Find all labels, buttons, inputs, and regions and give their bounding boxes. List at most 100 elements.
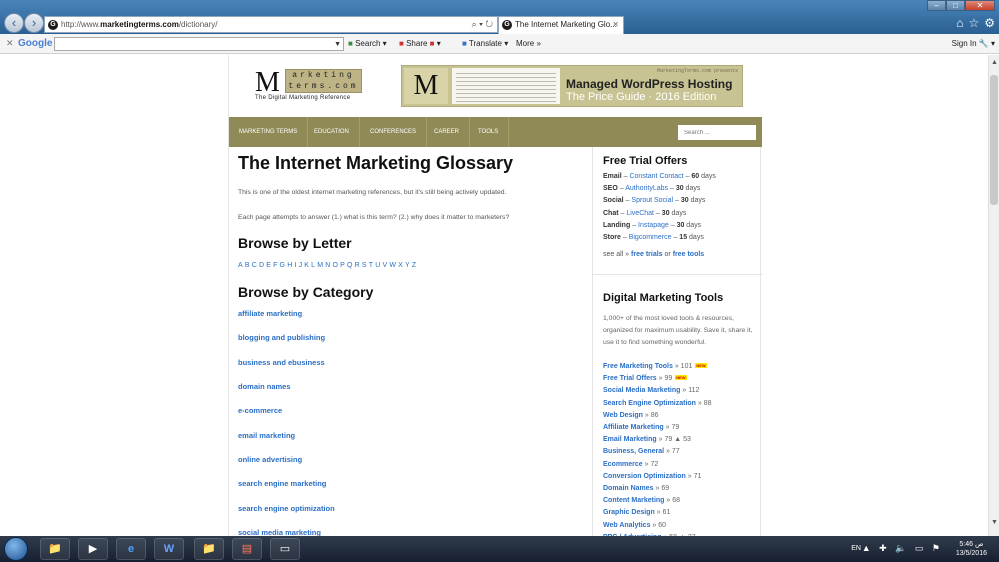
vertical-scrollbar[interactable]: ▲ ▼ (988, 55, 999, 536)
favorites-star-icon[interactable]: ☆ (968, 16, 979, 30)
scroll-down-icon[interactable]: ▼ (989, 519, 999, 526)
internet-explorer-taskbar-icon[interactable]: e (116, 538, 146, 560)
category-link[interactable]: affiliate marketing (238, 309, 302, 318)
tool-category-link[interactable]: Business, General (603, 448, 664, 455)
letter-link[interactable]: S (362, 262, 367, 269)
toolbar-share-button[interactable]: ■ Share ■ ▾ (399, 34, 441, 53)
letter-link[interactable]: H (287, 262, 292, 269)
scrollbar-thumb[interactable] (990, 75, 998, 205)
tool-category-link[interactable]: Content Marketing (603, 497, 664, 504)
tool-category-link[interactable]: Conversion Optimization (603, 473, 686, 480)
letter-link[interactable]: G (280, 262, 285, 269)
letter-link[interactable]: N (325, 262, 330, 269)
letter-link[interactable]: O (333, 262, 338, 269)
letter-link[interactable]: V (382, 262, 387, 269)
letter-link[interactable]: I (294, 262, 296, 269)
letter-link[interactable]: T (369, 262, 373, 269)
back-arrow-icon[interactable]: ‹ (4, 13, 24, 33)
forward-arrow-icon[interactable]: › (24, 13, 44, 33)
toolbar-search-button[interactable]: ■ Search ▾ (348, 34, 387, 53)
tray-icons[interactable]: ▲ ✚ 🔈 ▭ ⚑ (862, 543, 943, 554)
category-link[interactable]: search engine optimization (238, 504, 335, 513)
letter-link[interactable]: X (398, 262, 403, 269)
letter-link[interactable]: C (252, 262, 257, 269)
letter-link[interactable]: Z (412, 262, 416, 269)
tool-category-link[interactable]: Web Design (603, 412, 643, 419)
letter-link[interactable]: J (299, 262, 303, 269)
site-logo-grid[interactable]: arketing terms.com (285, 69, 362, 93)
address-url[interactable]: http://www.marketingterms.com/dictionary… (61, 17, 218, 32)
category-link[interactable]: social media marketing (238, 528, 321, 536)
browser-tab[interactable]: G The Internet Marketing Glo... ✕ (498, 16, 624, 34)
trial-vendor-link[interactable]: Bigcommerce (629, 234, 672, 241)
trial-vendor-link[interactable]: Instapage (638, 222, 669, 229)
tool-category-link[interactable]: Ecommerce (603, 461, 643, 468)
letter-link[interactable]: A (238, 262, 243, 269)
scroll-up-icon[interactable]: ▲ (989, 59, 999, 66)
address-search-refresh-icon[interactable]: ⌕ ▾ ↻ (472, 17, 493, 32)
letter-link[interactable]: L (311, 262, 315, 269)
letter-link[interactable]: P (340, 262, 345, 269)
nav-career[interactable]: CAREER (424, 117, 471, 147)
hosting-ad-banner[interactable]: M MarketingTerms.com presents Managed Wo… (401, 65, 743, 107)
tool-category-link[interactable]: Web Analytics (603, 522, 650, 529)
close-window-icon[interactable]: ✕ (965, 0, 995, 11)
google-search-input[interactable]: ▼ (54, 37, 344, 51)
chevron-down-icon[interactable]: ▼ (334, 35, 341, 54)
settings-gear-icon[interactable]: ⚙ (984, 16, 995, 30)
home-icon[interactable]: ⌂ (956, 16, 963, 30)
address-bar[interactable]: G http://www.marketingterms.com/dictiona… (44, 16, 498, 33)
maximize-icon[interactable]: □ (946, 0, 965, 11)
letter-link[interactable]: D (259, 262, 264, 269)
tab-close-icon[interactable]: ✕ (612, 17, 619, 33)
letter-link[interactable]: R (355, 262, 360, 269)
nav-education[interactable]: EDUCATION (304, 117, 360, 147)
tool-category-link[interactable]: Social Media Marketing (603, 387, 680, 394)
toolbar-more-button[interactable]: More » (516, 34, 541, 53)
trial-vendor-link[interactable]: LiveChat (626, 210, 654, 217)
tool-category-link[interactable]: Email Marketing (603, 436, 657, 443)
tool-category-link[interactable]: Free Marketing Tools (603, 363, 673, 370)
letter-link[interactable]: M (317, 262, 323, 269)
letter-link[interactable]: W (389, 262, 396, 269)
see-all-trials-link[interactable]: free trials (631, 251, 663, 258)
category-link[interactable]: search engine marketing (238, 479, 326, 488)
category-link[interactable]: e-commerce (238, 406, 282, 415)
letter-link[interactable]: E (266, 262, 271, 269)
site-search-input[interactable] (678, 125, 756, 140)
tool-category-link[interactable]: Domain Names (603, 485, 654, 492)
tool-category-link[interactable]: Affiliate Marketing (603, 424, 664, 431)
toolbar-translate-button[interactable]: ■ Translate ▾ (462, 34, 508, 53)
category-link[interactable]: business and ebusiness (238, 358, 325, 367)
folder-taskbar-icon[interactable]: 📁 (194, 538, 224, 560)
media-player-taskbar-icon[interactable]: ▶ (78, 538, 108, 560)
window-taskbar-icon[interactable]: ▭ (270, 538, 300, 560)
tool-category-link[interactable]: Search Engine Optimization (603, 400, 696, 407)
trial-vendor-link[interactable]: AuthorityLabs (625, 185, 668, 192)
trial-vendor-link[interactable]: Sprout Social (631, 197, 673, 204)
word-taskbar-icon[interactable]: W (154, 538, 184, 560)
letter-link[interactable]: B (245, 262, 250, 269)
category-link[interactable]: email marketing (238, 431, 295, 440)
toolbar-signin-button[interactable]: Sign In 🔧 ▾ (952, 34, 995, 53)
language-indicator[interactable]: EN (851, 545, 861, 552)
tool-category-link[interactable]: Graphic Design (603, 509, 655, 516)
category-link[interactable]: domain names (238, 382, 291, 391)
trial-vendor-link[interactable]: Constant Contact (629, 173, 683, 180)
clock[interactable]: 5:46 ص 13/5/2016 (956, 540, 987, 558)
nav-conferences[interactable]: CONFERENCES (360, 117, 428, 147)
tool-category-link[interactable]: Free Trial Offers (603, 375, 657, 382)
letter-link[interactable]: U (375, 262, 380, 269)
nav-marketing-terms[interactable]: MARKETING TERMS (229, 117, 309, 147)
see-all-tools-link[interactable]: free tools (673, 251, 705, 258)
minimize-icon[interactable]: – (927, 0, 946, 11)
toolbar-close-icon[interactable]: ✕ (6, 34, 14, 53)
nav-tools[interactable]: TOOLS (468, 117, 510, 147)
letter-link[interactable]: Y (405, 262, 410, 269)
explorer-taskbar-icon[interactable]: 📁 (40, 538, 70, 560)
letter-link[interactable]: F (273, 262, 277, 269)
letter-link[interactable]: Q (347, 262, 352, 269)
presentation-taskbar-icon[interactable]: ▤ (232, 538, 262, 560)
category-link[interactable]: online advertising (238, 455, 302, 464)
category-link[interactable]: blogging and publishing (238, 333, 325, 342)
